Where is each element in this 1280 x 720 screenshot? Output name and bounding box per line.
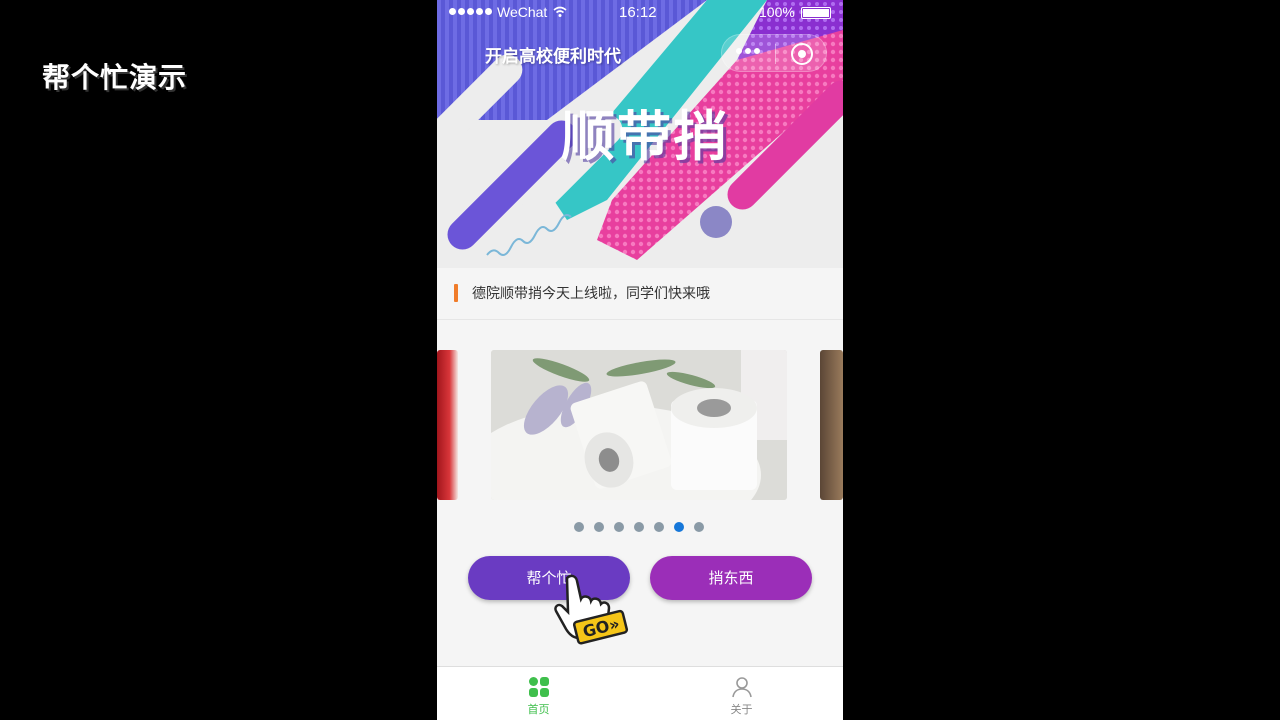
- battery-percent: 100%: [759, 4, 795, 20]
- signal-icon: [449, 8, 492, 15]
- carousel-dot[interactable]: [694, 522, 704, 532]
- phone-screen: 开启高校便利时代 顺带捎 WeChat 16:12 100% 德院顺带捎今天上线…: [437, 0, 843, 720]
- carousel-dot[interactable]: [674, 522, 684, 532]
- notice-text: 德院顺带捎今天上线啦，同学们快来哦: [472, 286, 710, 302]
- demo-title: 帮个忙演示: [42, 61, 188, 94]
- carousel-slide-current[interactable]: [491, 350, 787, 500]
- notice-bar[interactable]: 德院顺带捎今天上线啦，同学们快来哦: [437, 270, 843, 320]
- carrier-label: WeChat: [497, 4, 548, 20]
- tab-home-label: 首页: [527, 703, 550, 716]
- battery-icon: [801, 7, 831, 19]
- carousel-slide-prev[interactable]: [437, 350, 458, 500]
- status-bar: WeChat 16:12 100%: [437, 0, 843, 26]
- user-icon: [732, 677, 752, 698]
- close-target-icon[interactable]: [791, 43, 813, 65]
- notice-marker: [454, 284, 458, 302]
- carousel-dot[interactable]: [614, 522, 624, 532]
- capsule-divider: [775, 44, 776, 64]
- carousel-dot[interactable]: [654, 522, 664, 532]
- tab-bar: 首页 关于: [437, 666, 843, 720]
- grid-icon: [529, 677, 549, 697]
- carousel-dot[interactable]: [634, 522, 644, 532]
- banner-title: 顺带捎: [561, 105, 729, 168]
- pointer-hand-icon: GO»: [554, 574, 629, 645]
- bring-items-button[interactable]: 捎东西: [650, 556, 812, 600]
- toilet-paper-image: [491, 350, 787, 500]
- tab-about[interactable]: 关于: [640, 667, 843, 720]
- wifi-icon: [553, 6, 567, 17]
- carousel-dot[interactable]: [594, 522, 604, 532]
- carousel-slide-next[interactable]: [820, 350, 843, 500]
- tab-about-label: 关于: [730, 703, 753, 716]
- banner-subtitle: 开启高校便利时代: [485, 47, 621, 67]
- clock: 16:12: [619, 4, 657, 21]
- more-icon[interactable]: [736, 48, 760, 54]
- product-carousel[interactable]: [437, 350, 843, 502]
- carousel-dot[interactable]: [574, 522, 584, 532]
- carousel-indicators: [574, 522, 704, 532]
- miniprogram-capsule: [721, 34, 827, 72]
- tab-home[interactable]: 首页: [437, 667, 640, 720]
